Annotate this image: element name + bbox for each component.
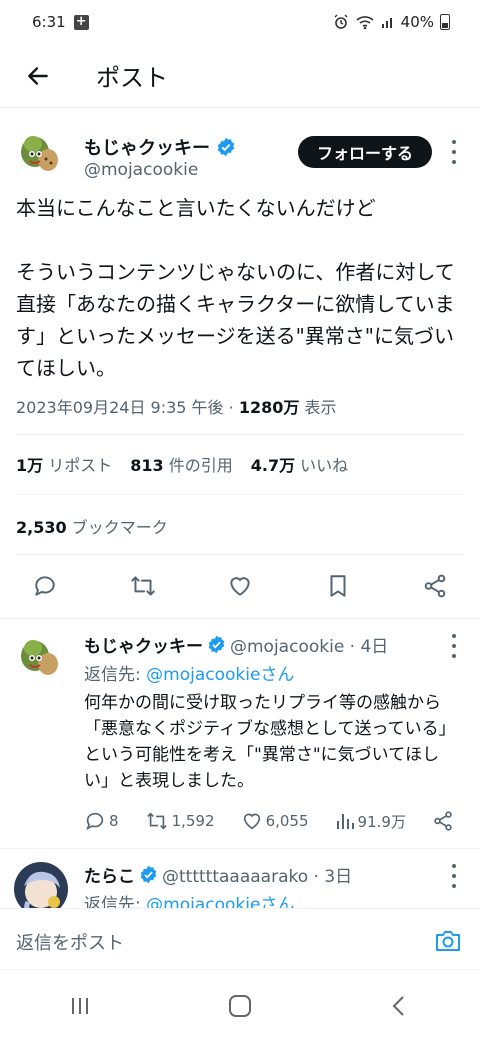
reposts-label: リポスト [43, 456, 113, 475]
bookmarks-count: 2,530 [16, 518, 67, 537]
page-title: ポスト [96, 64, 168, 92]
more-options-icon[interactable] [450, 140, 458, 164]
repost-icon [146, 812, 167, 830]
reply-header: もじゃクッキー @mojacookie · 4日 [84, 632, 388, 657]
reply-handle[interactable]: @mojacookie · 4日 [230, 632, 388, 657]
post-author-row: もじゃクッキー @mojacookie フォローする [16, 124, 464, 184]
status-bar: 6:31 + 40% [0, 0, 480, 44]
likes-stat[interactable]: 4.7万 いいね [251, 452, 348, 476]
post-action-bar [16, 564, 464, 608]
divider [0, 618, 480, 619]
author-name[interactable]: もじゃクッキー [84, 134, 236, 160]
author-handle[interactable]: @mojacookie [84, 160, 198, 180]
share-button[interactable] [432, 810, 454, 832]
reply-to: 返信先: @mojacookieさん [84, 890, 294, 908]
reply-button[interactable]: 8 [84, 810, 119, 832]
follow-button[interactable]: フォローする [298, 136, 432, 168]
post-timestamp[interactable]: 2023年09月24日 9:35 午後 · [16, 398, 239, 417]
bookmarks-stat[interactable]: 2,530 ブックマーク [16, 514, 168, 538]
signal-icon [381, 18, 392, 28]
like-button[interactable]: 6,055 [241, 810, 309, 832]
camera-icon[interactable] [434, 929, 462, 953]
like-button[interactable] [225, 571, 255, 601]
reply-action-bar: 8 1,592 6,055 91.9万 [84, 810, 454, 832]
reply-compose-bar[interactable]: 返信をポスト [0, 908, 480, 970]
divider [16, 494, 464, 495]
bookmark-button[interactable] [323, 571, 353, 601]
engagement-stats: 1万 リポスト 813 件の引用 4.7万 いいね [16, 452, 348, 476]
view-count: 91.9万 [357, 812, 406, 831]
reply-header: たらこ @ttttttaaaaarako · 3日 [84, 862, 352, 887]
likes-count: 4.7万 [250, 456, 296, 475]
verified-badge-icon [217, 137, 235, 157]
quotes-count: 813 [130, 456, 164, 475]
repost-count: 1,592 [171, 812, 215, 830]
avatar[interactable] [14, 862, 68, 908]
repost-icon [130, 576, 155, 596]
avatar[interactable] [16, 634, 64, 682]
author-name-text: もじゃクッキー [84, 138, 210, 159]
reply-icon [35, 576, 55, 596]
repost-button[interactable] [128, 571, 158, 601]
status-icons: 40% [333, 13, 450, 31]
reply-compose-input[interactable]: 返信をポスト [16, 929, 124, 955]
recent-apps-icon[interactable] [68, 994, 92, 1018]
reply-to: 返信先: @mojacookieさん [84, 660, 294, 685]
battery-percent: 40% [400, 13, 434, 31]
system-nav-bar [0, 972, 480, 1040]
reply-to-prefix: 返信先: [84, 665, 147, 685]
more-options-icon[interactable] [450, 634, 458, 658]
share-icon [424, 574, 446, 598]
more-options-icon[interactable] [450, 864, 458, 888]
post-meta: 2023年09月24日 9:35 午後 · 1280万 表示 [16, 394, 336, 418]
reply-handle[interactable]: @ttttttaaaaarako · 3日 [162, 862, 352, 887]
wifi-icon [356, 16, 374, 30]
reply-to-link[interactable]: @mojacookieさん [146, 895, 294, 908]
avatar[interactable] [16, 130, 64, 178]
reply-count: 8 [109, 812, 119, 830]
repost-button[interactable]: 1,592 [145, 810, 215, 832]
views-label: 表示 [299, 398, 337, 417]
battery-icon [440, 14, 450, 30]
reply-item[interactable]: たらこ @ttttttaaaaarako · 3日 返信先: @mojacook… [0, 848, 480, 908]
status-time: 6:31 [32, 13, 66, 31]
arrow-left-icon [28, 66, 48, 85]
divider [16, 434, 464, 435]
reposts-stat[interactable]: 1万 リポスト [16, 452, 112, 476]
views-count: 1280万 [238, 398, 300, 417]
share-button[interactable] [420, 571, 450, 601]
reply-text: 何年かの間に受け取ったリプライ等の感触から「悪意なくポジティブな感想として送って… [84, 693, 448, 791]
bookmark-icon [330, 575, 345, 597]
top-app-bar: ポスト [0, 44, 480, 108]
reply-to-prefix: 返信先: [84, 895, 147, 908]
heart-icon [243, 813, 260, 830]
divider [16, 554, 464, 555]
reply-author-name[interactable]: もじゃクッキー [84, 632, 203, 657]
likes-label: いいね [295, 456, 349, 475]
back-nav-icon[interactable] [388, 994, 412, 1018]
reposts-count: 1万 [16, 456, 44, 475]
heart-icon [230, 577, 250, 596]
verified-badge-icon [140, 865, 157, 884]
share-icon [434, 811, 452, 831]
like-count: 6,055 [265, 812, 309, 830]
post-text: 本当にこんなこと言いたくないんだけど そういうコンテンツじゃないのに、作者に対し… [16, 196, 455, 380]
reply-icon [86, 812, 104, 831]
home-icon[interactable] [227, 993, 253, 1019]
views-button[interactable]: 91.9万 [335, 811, 406, 832]
views-chart-icon [336, 814, 354, 829]
quotes-stat[interactable]: 813 件の引用 [130, 452, 233, 476]
back-button[interactable] [14, 52, 62, 100]
bookmarks-label: ブックマーク [66, 518, 168, 537]
reply-to-link[interactable]: @mojacookieさん [146, 665, 294, 685]
alarm-icon [334, 14, 348, 29]
reply-author-name[interactable]: たらこ [84, 862, 135, 887]
quotes-label: 件の引用 [163, 456, 233, 475]
verified-badge-icon [208, 635, 225, 654]
reply-button[interactable] [30, 571, 60, 601]
notification-plus-icon: + [73, 14, 89, 30]
